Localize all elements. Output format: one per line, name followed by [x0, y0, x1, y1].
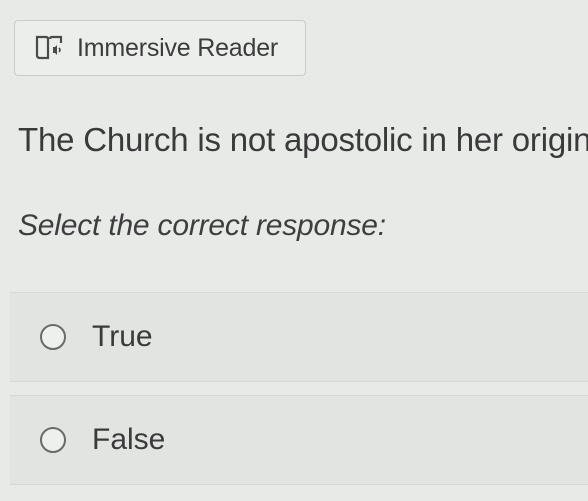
question-text: The Church is not apostolic in her origi… — [18, 121, 588, 158]
option-false-label: False — [92, 423, 166, 456]
immersive-reader-label: Immersive Reader — [77, 33, 279, 62]
immersive-reader-button[interactable]: Immersive Reader — [14, 20, 306, 76]
radio-true[interactable] — [40, 324, 66, 350]
option-true-label: True — [92, 320, 153, 353]
option-false[interactable]: False — [10, 395, 588, 485]
immersive-reader-icon — [35, 35, 63, 61]
radio-false[interactable] — [40, 427, 66, 453]
option-true[interactable]: True — [10, 292, 588, 382]
response-prompt: Select the correct response: — [18, 209, 386, 242]
